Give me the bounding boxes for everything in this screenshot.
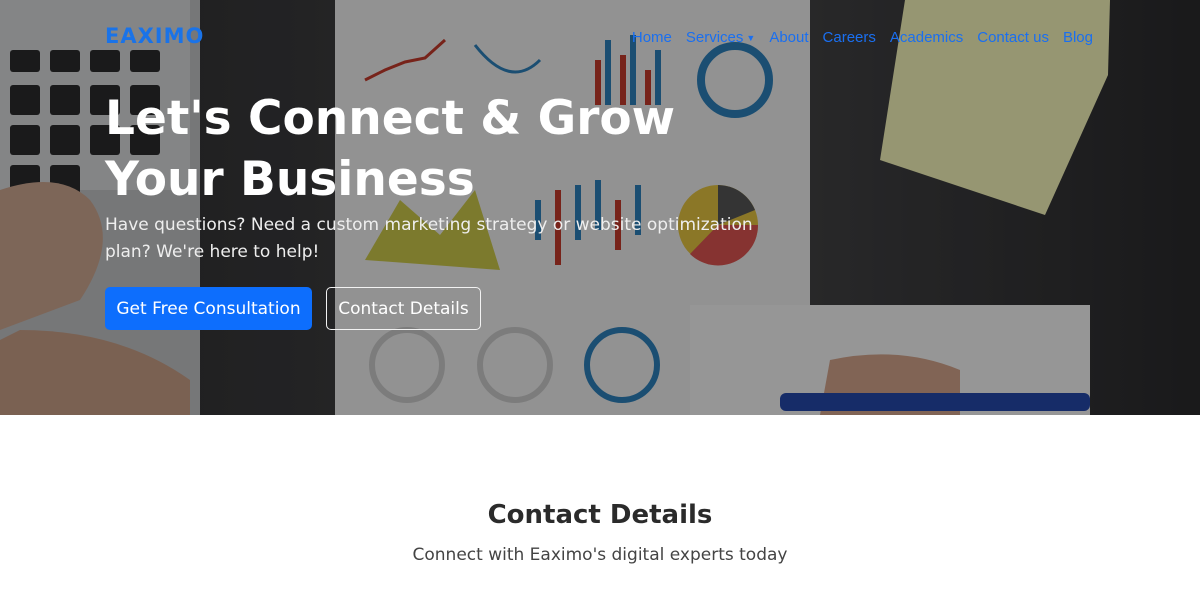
nav-item-home[interactable]: Home — [632, 29, 672, 46]
nav-item-about[interactable]: About — [769, 29, 808, 46]
nav-item-academics[interactable]: Academics — [890, 29, 963, 46]
nav-item-contact-us-label: Contact us — [977, 29, 1049, 46]
navbar: EAXIMO Home Services ▼ About Careers Acad… — [0, 0, 1200, 76]
hero-subtitle: Have questions? Need a custom marketing … — [105, 215, 753, 262]
nav-item-blog-label: Blog — [1062, 29, 1093, 46]
nav-item-careers-label: Careers — [822, 29, 876, 46]
nav-item-home-label: Home — [631, 29, 672, 46]
get-free-consultation-button[interactable]: Get Free Consultation — [105, 287, 312, 330]
hero-title: Let's Connect & Grow Your Business — [105, 91, 676, 207]
nav-item-about-label: About — [769, 29, 809, 46]
brand-logo[interactable]: EAXIMO — [105, 24, 204, 48]
nav-item-services-label: Services — [685, 29, 744, 46]
hero-section: EAXIMO Home Services ▼ About Careers Acad… — [0, 0, 1200, 415]
nav-links: Home Services ▼ About Careers Academics C… — [632, 29, 1093, 46]
nav-item-academics-label: Academics — [889, 29, 964, 46]
caret-down-icon: ▼ — [746, 32, 756, 43]
contact-section-subtitle: Connect with Eaximo's digital experts to… — [412, 545, 788, 565]
nav-item-blog[interactable]: Blog — [1063, 29, 1093, 46]
contact-details-button[interactable]: Contact Details — [326, 287, 481, 330]
contact-section-title: Contact Details — [487, 500, 713, 530]
nav-item-careers[interactable]: Careers — [823, 29, 876, 46]
nav-item-contact-us[interactable]: Contact us — [977, 29, 1049, 46]
nav-item-services[interactable]: Services ▼ — [686, 29, 755, 46]
